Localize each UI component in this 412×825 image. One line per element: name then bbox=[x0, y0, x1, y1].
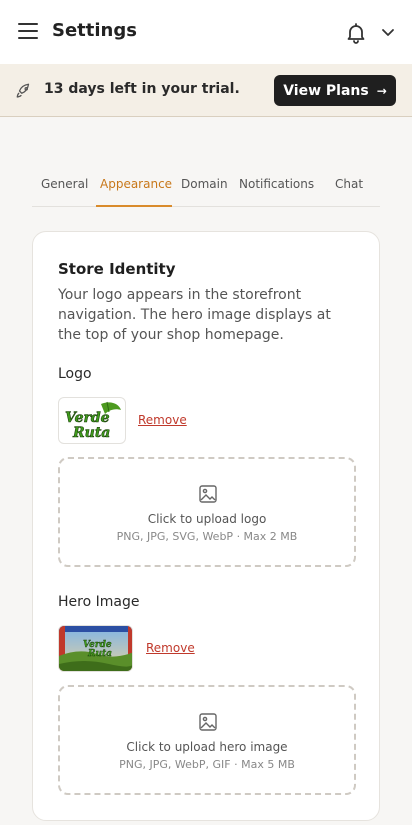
rocket-icon bbox=[15, 82, 33, 100]
settings-tabs: General Appearance Domain Notifications … bbox=[32, 170, 380, 207]
tab-domain[interactable]: Domain bbox=[181, 177, 228, 191]
remove-logo-link[interactable]: Remove bbox=[138, 413, 187, 427]
tab-chat[interactable]: Chat bbox=[335, 177, 363, 191]
card-title: Store Identity bbox=[58, 260, 176, 278]
hero-upload-text: Click to upload hero image bbox=[126, 740, 288, 754]
chevron-down-icon[interactable] bbox=[380, 24, 396, 40]
logo-upload-text: Click to upload logo bbox=[147, 512, 267, 526]
hero-image-label: Hero Image bbox=[58, 594, 140, 610]
tab-general[interactable]: General bbox=[41, 177, 88, 191]
trial-message: 13 days left in your trial. bbox=[44, 81, 240, 97]
remove-hero-link[interactable]: Remove bbox=[146, 641, 195, 655]
view-plans-button[interactable]: View Plans → bbox=[274, 75, 396, 106]
tab-appearance[interactable]: Appearance bbox=[100, 177, 172, 191]
view-plans-label: View Plans bbox=[283, 82, 369, 99]
store-identity-card: Store Identity Your logo appears in the … bbox=[32, 231, 380, 821]
hero-upload-hint: PNG, JPG, WebP, GIF · Max 5 MB bbox=[119, 758, 295, 771]
image-icon bbox=[198, 484, 218, 504]
page-title: Settings bbox=[52, 20, 137, 41]
hero-thumb-text-2: Ruta bbox=[87, 649, 112, 659]
image-icon bbox=[198, 712, 218, 732]
top-app-bar: Settings bbox=[0, 0, 412, 64]
logo-thumbnail: Verde Ruta bbox=[58, 397, 126, 444]
hero-image-thumbnail: Verde Ruta bbox=[58, 625, 133, 672]
arrow-right-icon: → bbox=[376, 83, 387, 98]
active-tab-indicator bbox=[96, 205, 172, 207]
logo-upload-dropzone[interactable]: Click to upload logo PNG, JPG, SVG, WebP… bbox=[58, 457, 356, 567]
bell-icon[interactable] bbox=[344, 21, 368, 45]
logo-thumb-text-2: Ruta bbox=[72, 425, 110, 441]
hero-upload-dropzone[interactable]: Click to upload hero image PNG, JPG, Web… bbox=[58, 685, 356, 795]
logo-label: Logo bbox=[58, 366, 92, 382]
menu-icon[interactable] bbox=[18, 23, 38, 41]
tab-notifications[interactable]: Notifications bbox=[239, 177, 314, 191]
logo-thumb-text-1: Verde bbox=[65, 410, 110, 426]
card-description: Your logo appears in the storefront navi… bbox=[58, 287, 331, 343]
logo-upload-hint: PNG, JPG, SVG, WebP · Max 2 MB bbox=[116, 530, 298, 543]
